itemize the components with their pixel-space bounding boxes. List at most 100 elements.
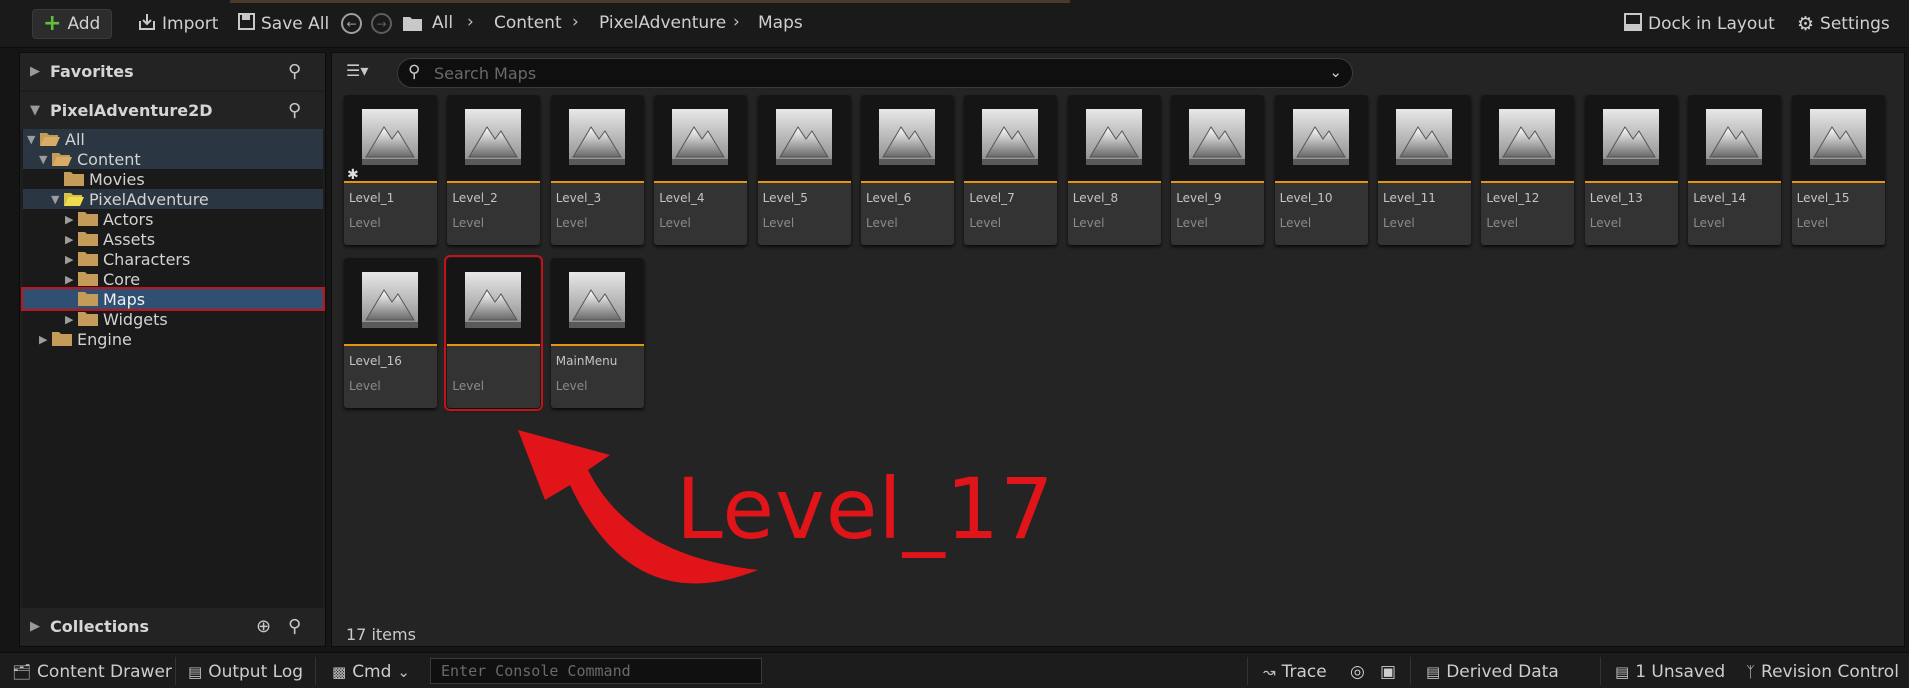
search-icon[interactable]: ⚲ [288,616,301,637]
settings-button[interactable]: ⚙ Settings [1797,9,1890,39]
tree-item-label: All [65,129,85,149]
branch-icon: ᛉ [1746,663,1756,681]
tree-item-label: Core [103,269,141,289]
level-icon [1396,109,1452,165]
asset-tile[interactable]: MainMenu Level [550,258,644,408]
expand-arrow-icon[interactable]: ▶ [39,333,47,346]
record-icon[interactable]: ◎ [1350,662,1365,682]
favorites-header[interactable]: ▶ Favorites ⚲ [20,53,325,90]
back-icon[interactable]: ← [341,13,362,34]
tree-item-pixeladventure[interactable]: ▼ PixelAdventure [23,189,323,209]
favorites-label: Favorites [50,62,134,81]
trace-icon: ↝ [1263,663,1276,681]
tree-item-label: Content [77,149,141,169]
asset-name: Level_5 [762,191,808,205]
folder-icon [402,15,423,37]
import-button[interactable]: Import [138,9,218,39]
asset-tile[interactable]: Level_12 Level [1481,95,1575,245]
breadcrumb-all[interactable]: All [432,13,453,33]
asset-tile[interactable]: Level_6 Level [861,95,954,245]
tree-item-label: PixelAdventure [89,189,209,209]
collapse-arrow-icon[interactable]: ▼ [51,193,59,206]
asset-type: Level [349,216,381,230]
breadcrumb-content[interactable]: Content [494,13,562,33]
content-drawer-button[interactable]: 🗂 Content Drawer [12,662,172,682]
expand-arrow-icon[interactable]: ▶ [65,273,73,286]
database-icon: ▤ [1426,663,1441,681]
asset-tile[interactable]: Level_13 Level [1584,95,1678,245]
tree-item-engine[interactable]: ▶ Engine [23,329,323,349]
cmd-dropdown[interactable]: ▩ Cmd ⌄ [332,662,410,682]
folder-icon [52,332,72,346]
search-input[interactable] [434,63,1314,83]
asset-tile[interactable]: Level_5 Level [757,95,851,245]
expand-arrow-icon[interactable]: ▶ [65,253,73,266]
asset-tile[interactable]: Level_7 Level [964,95,1058,245]
asset-tile[interactable]: Level_10 Level [1274,95,1368,245]
asset-tile[interactable]: Level_9 Level [1171,95,1265,245]
asset-tile[interactable]: Level_16 Level [344,258,437,408]
tree-item-label: Maps [103,289,146,309]
asset-tile[interactable]: Level_15 Level [1791,95,1885,245]
tree-item-content[interactable]: ▼ Content [23,149,323,169]
expand-arrow-icon[interactable]: ▶ [30,64,40,79]
asset-name: Level_2 [452,191,498,205]
asset-tile[interactable]: Level_4 Level [654,95,748,245]
asset-tile[interactable]: Level_2 Level [447,95,541,245]
tree-item-label: Actors [103,209,154,229]
folder-icon [78,292,98,306]
chevron-down-icon[interactable]: ⌄ [1329,63,1342,81]
search-icon[interactable]: ⚲ [288,61,301,82]
console-box[interactable] [430,658,762,684]
tree-item-widgets[interactable]: ▶ Widgets [23,309,323,329]
breadcrumb-pixeladventure[interactable]: PixelAdventure [599,13,726,33]
collapse-arrow-icon[interactable]: ▼ [39,153,47,166]
project-header[interactable]: ▼ PixelAdventure2D ⚲ [20,92,325,129]
expand-arrow-icon[interactable]: ▶ [30,619,40,634]
expand-arrow-icon[interactable]: ▶ [65,313,73,326]
tree-item-characters[interactable]: ▶ Characters [23,249,323,269]
filter-icon[interactable]: ☰▾ [346,61,368,80]
asset-type: Level [1796,216,1829,230]
folder-open-icon [52,153,72,166]
tree-item-movies[interactable]: Movies [23,169,323,189]
level-icon [568,109,625,165]
tree-item-core[interactable]: ▶ Core [23,269,323,289]
collections-header[interactable]: ▶ Collections ⊕ ⚲ [20,608,325,645]
output-log-button[interactable]: ▤ Output Log [188,662,303,682]
breadcrumb-maps[interactable]: Maps [758,13,803,33]
save-all-button[interactable]: Save All [238,9,329,39]
search-box[interactable]: ⚲ ⌄ [397,58,1353,88]
level-icon [1706,109,1763,165]
unsaved-button[interactable]: ▤ 1 Unsaved [1615,662,1725,682]
asset-tile[interactable]: Level_11 Level [1378,95,1471,245]
annotation-text: Level_17 [676,460,1055,558]
asset-tile[interactable]: ✱ Level_1 Level [344,95,437,245]
console-input[interactable] [431,659,761,683]
expand-arrow-icon[interactable]: ▶ [65,233,73,246]
tree-item-assets[interactable]: ▶ Assets [23,229,323,249]
tree-item-actors[interactable]: ▶ Actors [23,209,323,229]
save-icon: ▤ [1615,663,1630,681]
add-circle-icon[interactable]: ⊕ [256,616,271,637]
asset-tile[interactable]: Level_14 Level [1688,95,1782,245]
trace-button[interactable]: ↝ Trace [1263,662,1327,682]
collapse-arrow-icon[interactable]: ▼ [30,103,40,118]
expand-arrow-icon[interactable]: ▶ [65,213,73,226]
tree-item-all[interactable]: ▼ All [23,129,323,149]
tree-item-maps[interactable]: Maps [21,287,325,311]
folder-icon [78,252,98,266]
dock-in-layout-button[interactable]: Dock in Layout [1624,9,1775,39]
collapse-arrow-icon[interactable]: ▼ [27,133,35,146]
add-button[interactable]: + Add [32,9,112,39]
search-icon[interactable]: ⚲ [288,100,301,121]
asset-type: Level [555,379,588,393]
asset-tile[interactable]: Level_8 Level [1067,95,1161,245]
asset-name: Level_7 [969,191,1015,205]
derived-data-button[interactable]: ▤ Derived Data [1426,662,1559,682]
forward-icon[interactable]: → [371,13,392,34]
asset-tile[interactable]: Level_3 Level [550,95,644,245]
asset-tile[interactable]: Level [444,255,544,411]
revision-control-button[interactable]: ᛉ Revision Control [1746,662,1899,682]
camera-icon[interactable]: ▣ [1380,662,1396,682]
